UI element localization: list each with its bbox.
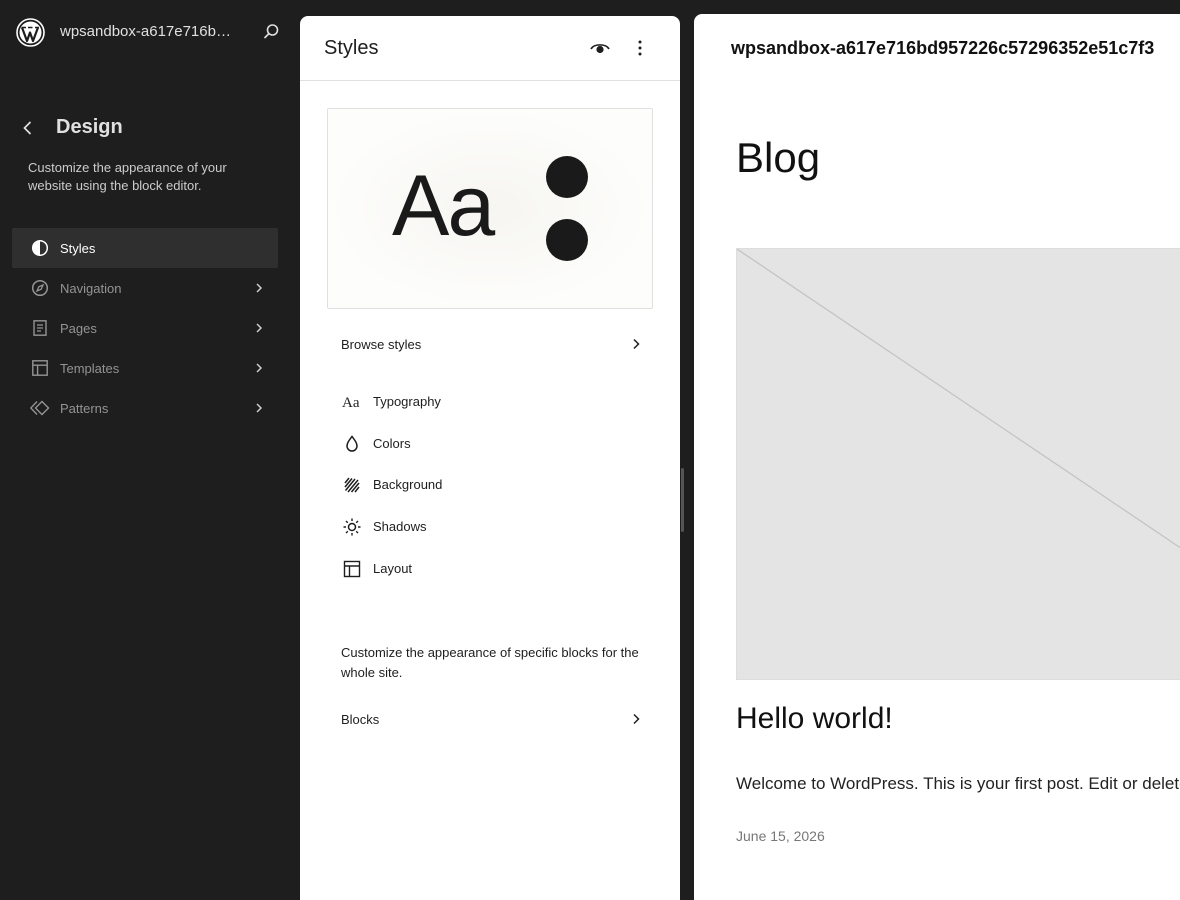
sidebar-item-label: Pages <box>60 320 97 336</box>
styles-item-label: Layout <box>373 561 413 576</box>
more-vertical-icon[interactable] <box>630 38 650 58</box>
featured-image-placeholder[interactable] <box>736 248 1180 680</box>
chevron-right-icon <box>256 403 263 413</box>
styles-item-label: Shadows <box>373 519 427 534</box>
sidebar-item-label: Navigation <box>60 280 122 296</box>
styles-item-label: Background <box>373 477 443 492</box>
sun-icon <box>343 518 361 536</box>
typography-icon: Aa <box>342 395 360 411</box>
layout-icon <box>343 560 361 578</box>
style-preview[interactable]: Aa <box>327 108 653 309</box>
sidebar-item-templates[interactable]: Templates <box>12 348 278 388</box>
chevron-right-icon <box>256 283 263 293</box>
design-sidebar: wpsandbox-a617e716bd957226c57296352e51c7… <box>0 0 300 900</box>
post-date: June 15, 2026 <box>736 828 825 844</box>
resize-handle[interactable] <box>681 468 684 532</box>
compass-icon <box>31 279 49 297</box>
diamond-icon <box>30 400 50 416</box>
design-navigation: Styles Navigation Pages Templates Patter… <box>12 228 278 428</box>
sidebar-item-label: Patterns <box>60 400 109 416</box>
styles-item-layout[interactable]: Layout <box>341 551 641 587</box>
canvas-site-title[interactable]: wpsandbox-a617e716bd957226c57296352e51c7… <box>731 38 1154 59</box>
blocks-button[interactable]: Blocks <box>329 700 651 738</box>
styles-item-shadows[interactable]: Shadows <box>341 509 641 545</box>
wordpress-logo-icon[interactable] <box>16 18 45 47</box>
styles-item-background[interactable]: Background <box>341 467 641 503</box>
sidebar-item-label: Templates <box>60 360 120 376</box>
sidebar-item-pages[interactable]: Pages <box>12 308 278 348</box>
droplet-icon <box>346 435 358 452</box>
chevron-right-icon <box>633 338 640 350</box>
styles-item-label: Typography <box>373 394 441 409</box>
panel-title: Styles <box>324 37 379 59</box>
page-title: Blog <box>736 134 821 181</box>
preview-color-swatch <box>546 219 588 261</box>
styles-item-label: Colors <box>373 436 411 451</box>
sidebar-item-styles[interactable]: Styles <box>12 228 278 268</box>
post-title[interactable]: Hello world! <box>736 702 893 736</box>
background-icon <box>344 477 360 493</box>
styles-item-typography[interactable]: Aa Typography <box>341 384 641 420</box>
section-description: Customize the appearance of your website… <box>28 160 227 193</box>
sidebar-item-patterns[interactable]: Patterns <box>12 388 278 428</box>
chevron-right-icon <box>633 713 640 725</box>
preview-typography-sample: Aa <box>392 158 495 254</box>
chevron-right-icon <box>256 323 263 333</box>
svg-text:Aa: Aa <box>342 395 360 411</box>
preview-color-swatch <box>546 156 588 198</box>
layout-icon <box>32 360 48 376</box>
half-circle-icon <box>31 239 49 257</box>
page-icon <box>33 320 47 336</box>
sidebar-item-navigation[interactable]: Navigation <box>12 268 278 308</box>
placeholder-diagonal <box>736 248 1180 549</box>
site-title[interactable]: wpsandbox-a617e716bd957226c57296352e51c7… <box>60 23 236 40</box>
browse-styles-label: Browse styles <box>341 336 422 352</box>
styles-item-colors[interactable]: Colors <box>341 426 641 462</box>
sidebar-header: wpsandbox-a617e716bd957226c57296352e51c7… <box>0 0 300 64</box>
search-icon[interactable] <box>261 22 281 42</box>
styles-panel: Styles Aa Browse styles Aa Typography Co… <box>300 16 680 900</box>
eye-icon[interactable] <box>589 38 611 58</box>
blocks-label: Blocks <box>341 711 380 727</box>
back-chevron-icon[interactable] <box>18 118 38 138</box>
panel-header: Styles <box>300 16 680 81</box>
chevron-right-icon <box>256 363 263 373</box>
sidebar-item-label: Styles <box>60 240 96 256</box>
site-preview-canvas[interactable]: wpsandbox-a617e716bd957226c57296352e51c7… <box>694 14 1180 900</box>
post-excerpt: Welcome to WordPress. This is your first… <box>736 774 1180 793</box>
section-title: Design <box>56 116 123 138</box>
blocks-description: Customize the appearance of specific blo… <box>341 645 639 680</box>
browse-styles-button[interactable]: Browse styles <box>329 325 651 363</box>
